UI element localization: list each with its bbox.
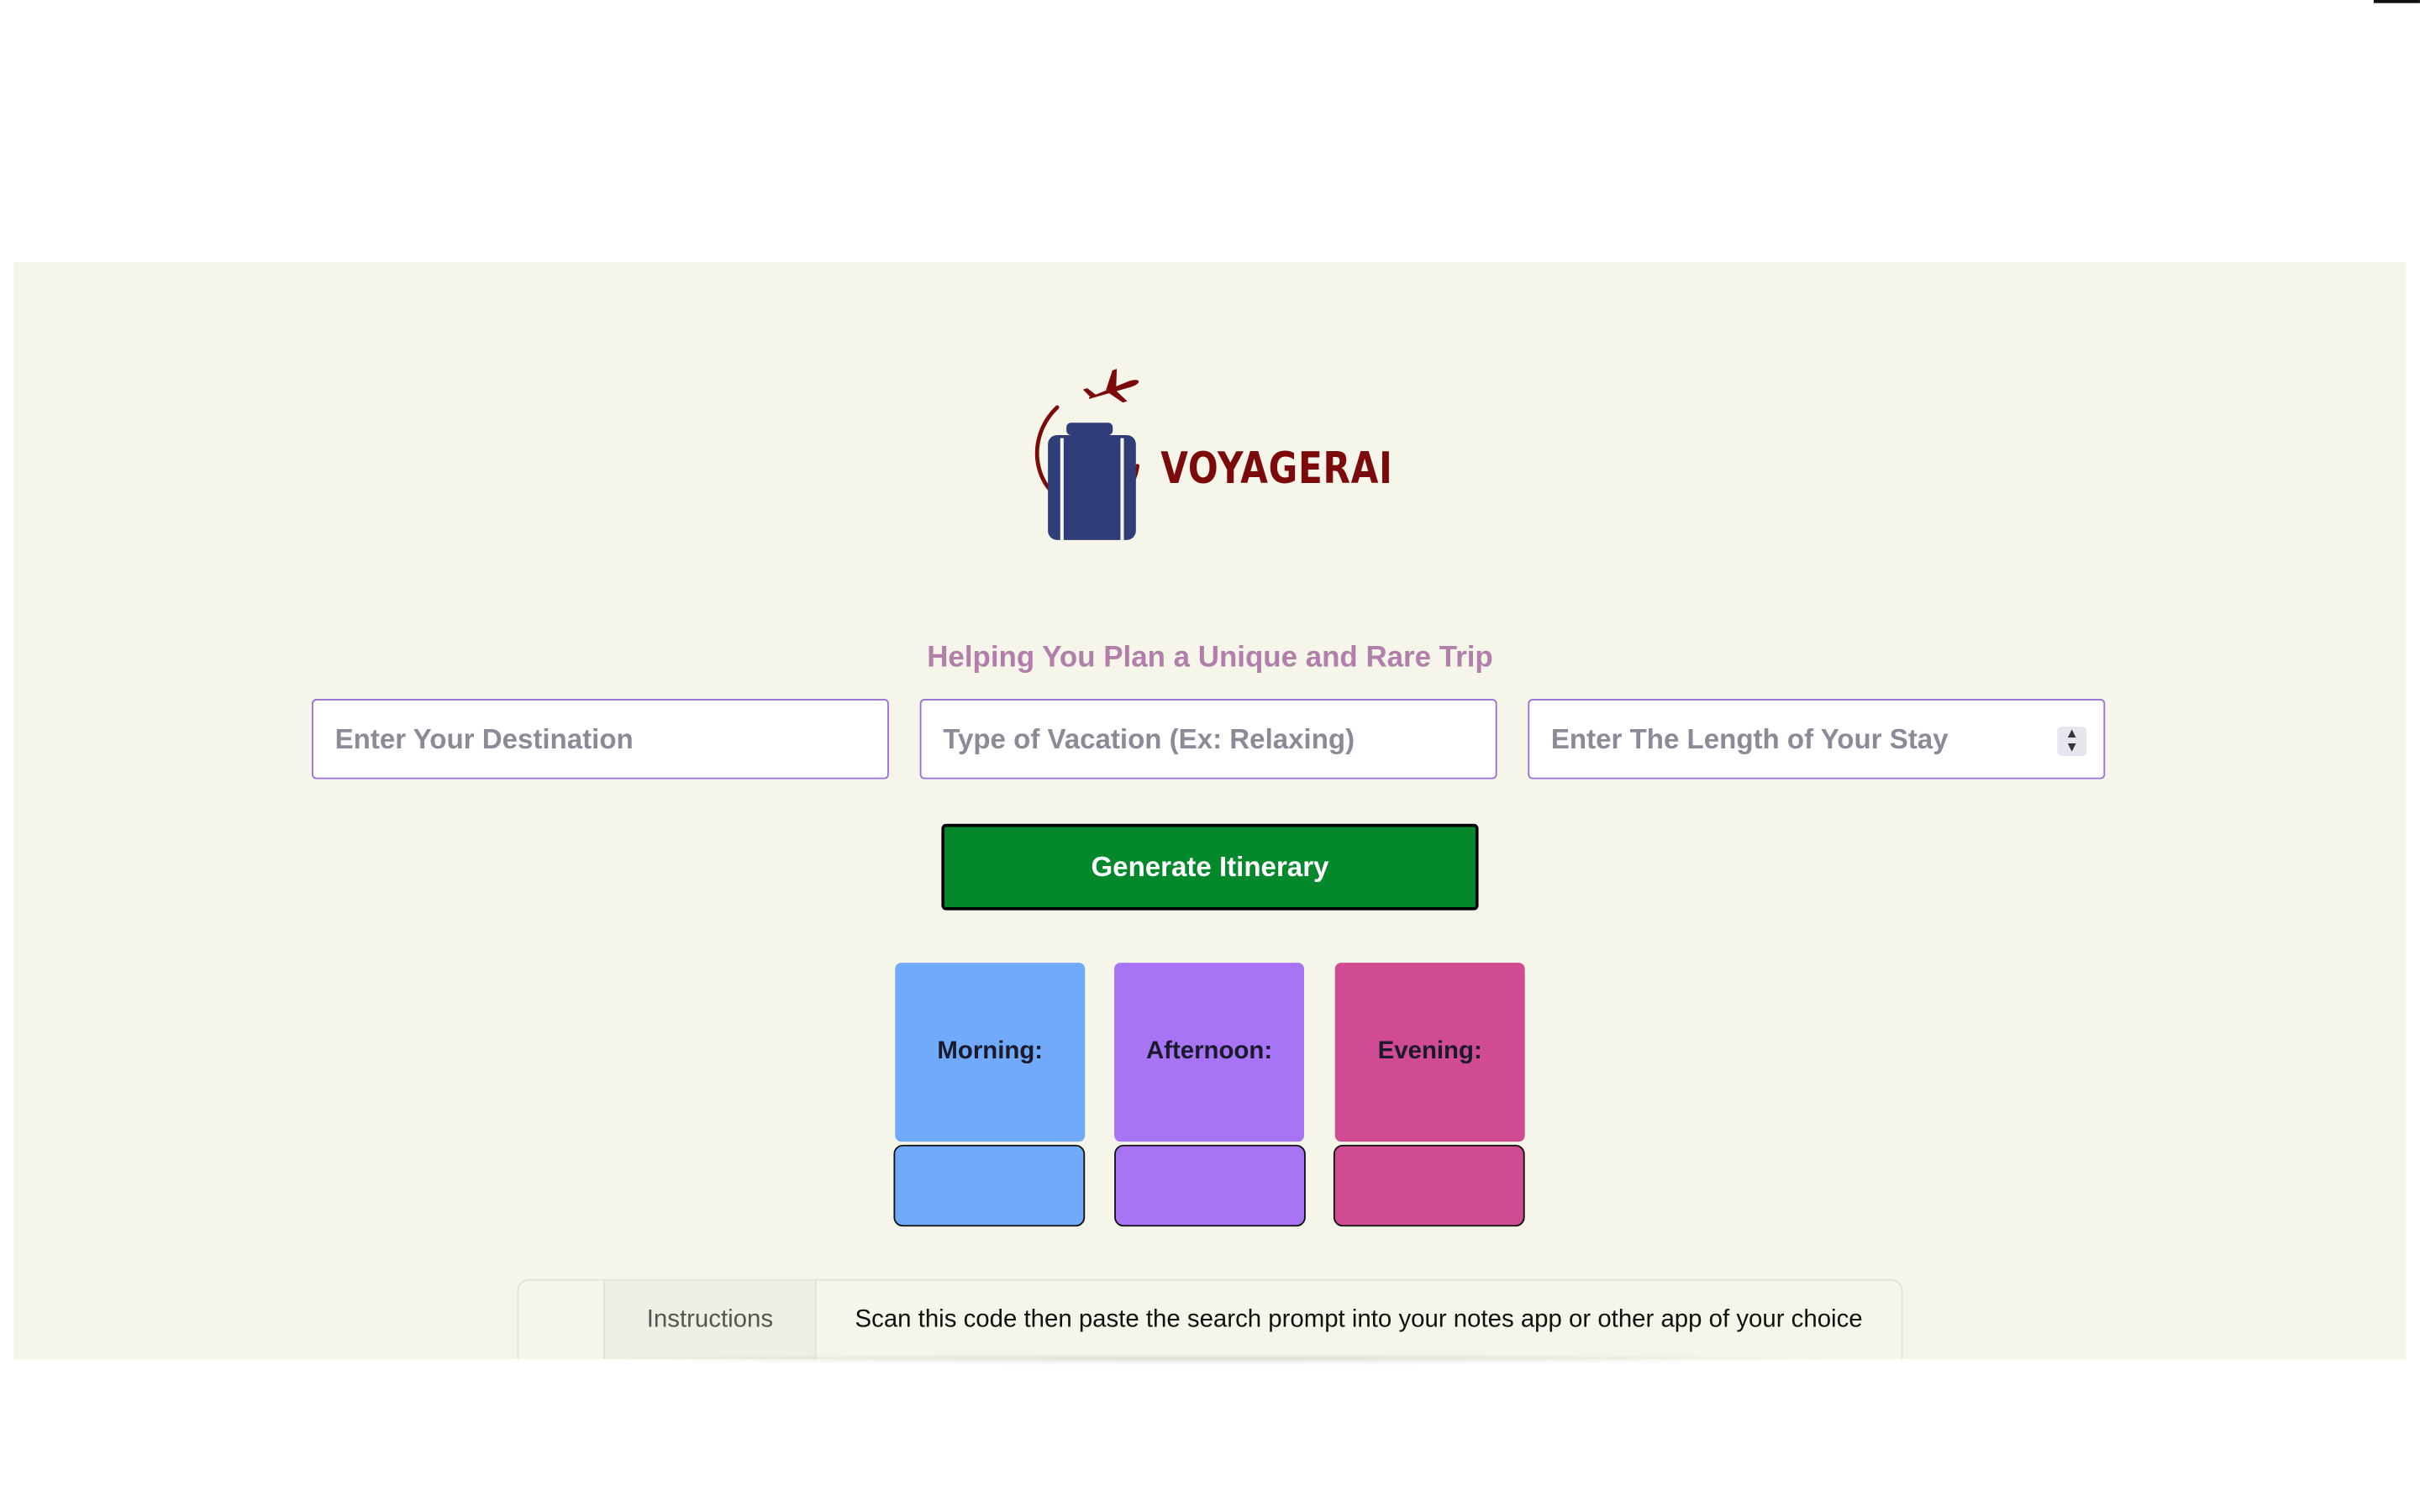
stay-length-input[interactable] — [1528, 699, 2106, 780]
window-corner-mark — [2373, 0, 2420, 3]
tagline: Helping You Plan a Unique and Rare Trip — [927, 642, 1493, 675]
evening-output-box[interactable] — [1333, 1144, 1525, 1227]
afternoon-tile: Afternoon: — [1114, 963, 1305, 1142]
afternoon-output-box[interactable] — [1114, 1144, 1306, 1227]
brand-name: VOYAGERAI — [1160, 443, 1393, 494]
instructions-spacer — [518, 1280, 605, 1360]
app-canvas: VOYAGERAI Helping You Plan a Unique and … — [0, 0, 2420, 1512]
instructions-bar: Instructions Scan this code then paste t… — [517, 1278, 1903, 1360]
morning-tile: Morning: — [895, 963, 1086, 1142]
morning-output-box[interactable] — [893, 1144, 1086, 1227]
chevron-down-icon[interactable]: ▼ — [2057, 740, 2086, 755]
number-stepper-icon[interactable]: ▲ ▼ — [2057, 726, 2087, 756]
destination-input[interactable] — [312, 699, 889, 780]
instructions-text: Scan this code then paste the search pro… — [855, 1305, 1863, 1332]
instructions-shadow — [563, 1352, 1857, 1366]
vacation-type-input[interactable] — [919, 699, 1497, 780]
instructions-tab[interactable]: Instructions — [604, 1280, 817, 1360]
generate-itinerary-button[interactable]: Generate Itinerary — [941, 823, 1479, 911]
evening-tile: Evening: — [1334, 963, 1525, 1142]
